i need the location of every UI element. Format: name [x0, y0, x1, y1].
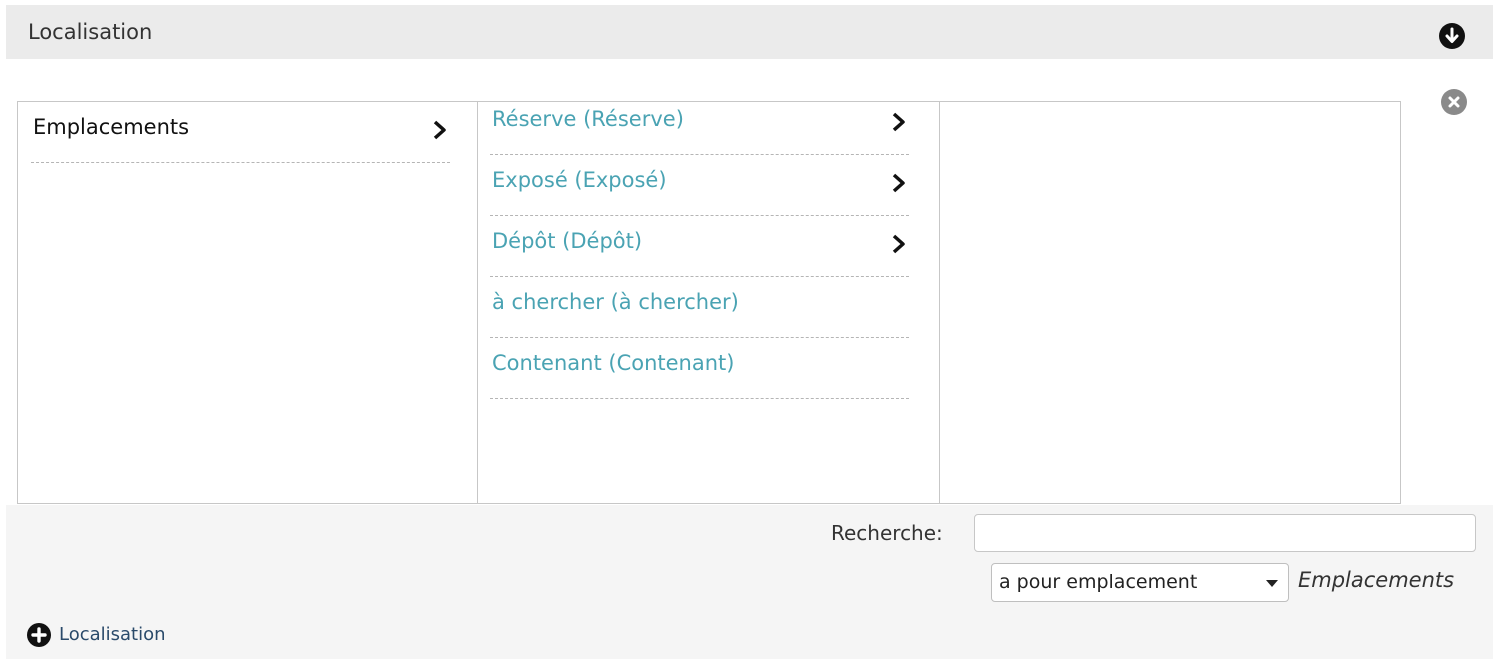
arrow-down-circle-icon[interactable] [1439, 23, 1465, 49]
plus-circle-icon [27, 623, 51, 647]
browser-item-reserve[interactable]: Réserve (Réserve) [490, 94, 909, 155]
browser-item-emplacements[interactable]: Emplacements [31, 102, 450, 163]
relation-select[interactable]: a pour emplacement [991, 563, 1289, 602]
browser-item-label: Contenant (Contenant) [492, 351, 735, 375]
close-circle-icon[interactable] [1441, 89, 1467, 115]
browser-column-2: Réserve (Réserve) Exposé (Exposé) Dépôt … [478, 102, 940, 503]
browser-column-3 [940, 102, 1400, 503]
browser-item-label: à chercher (à chercher) [492, 290, 739, 314]
browser-item-label: Exposé (Exposé) [492, 168, 667, 192]
chevron-right-icon [892, 234, 905, 254]
search-input[interactable] [974, 514, 1476, 552]
browser-item-label: Réserve (Réserve) [492, 107, 684, 131]
panel-header: Localisation [6, 5, 1493, 59]
browser-column-1: Emplacements [18, 102, 478, 503]
relation-note: Emplacements [1298, 568, 1455, 592]
browser-item-contenant[interactable]: Contenant (Contenant) [490, 338, 909, 399]
chevron-right-icon [892, 173, 905, 193]
browser-item-label: Emplacements [33, 115, 190, 139]
chevron-right-icon [433, 120, 446, 140]
browser-item-expose[interactable]: Exposé (Exposé) [490, 155, 909, 216]
search-label: Recherche: [831, 521, 943, 545]
caret-down-icon [1266, 580, 1278, 587]
browser-item-depot[interactable]: Dépôt (Dépôt) [490, 216, 909, 277]
browser-item-a-chercher[interactable]: à chercher (à chercher) [490, 277, 909, 338]
add-localisation-label: Localisation [59, 624, 166, 645]
chevron-right-icon [892, 112, 905, 132]
panel-title: Localisation [28, 20, 153, 44]
relation-select-value: a pour emplacement [999, 571, 1198, 593]
hierarchy-browser: Emplacements Réserve (Réserve) Exposé (E… [17, 101, 1401, 504]
browser-item-label: Dépôt (Dépôt) [492, 229, 643, 253]
